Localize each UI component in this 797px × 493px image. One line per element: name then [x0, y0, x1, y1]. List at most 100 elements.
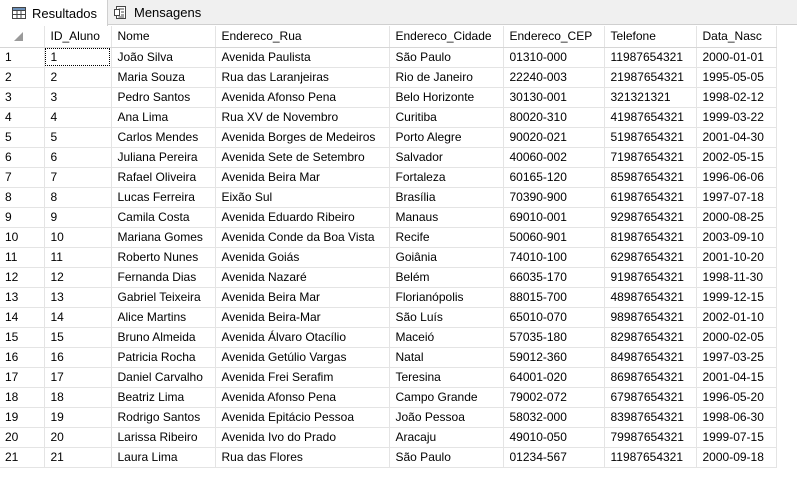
table-row[interactable]: 18 18 Beatriz Lima Avenida Afonso Pena Campo… — [0, 387, 777, 408]
cell-telefone[interactable]: 71987654321 — [604, 147, 697, 168]
cell-endereco-rua[interactable]: Avenida Beira-Mar — [215, 307, 390, 328]
cell-nome[interactable]: Juliana Pereira — [111, 147, 216, 168]
cell-telefone[interactable]: 11987654321 — [604, 447, 697, 468]
cell-endereco-cep[interactable]: 59012-360 — [503, 347, 605, 368]
cell-endereco-rua[interactable]: Avenida Sete de Setembro — [215, 147, 390, 168]
table-row[interactable]: 15 15 Bruno Almeida Avenida Álvaro Otacílio… — [0, 327, 777, 348]
cell-endereco-cep[interactable]: 49010-050 — [503, 427, 605, 448]
cell-telefone[interactable]: 41987654321 — [604, 107, 697, 128]
cell-id-aluno[interactable]: 13 — [44, 287, 112, 308]
row-header[interactable]: 8 — [0, 187, 45, 208]
cell-endereco-rua[interactable]: Avenida Ivo do Prado — [215, 427, 390, 448]
cell-endereco-cep[interactable]: 30130-001 — [503, 87, 605, 108]
column-header-telefone[interactable]: Telefone — [604, 26, 697, 48]
row-header[interactable]: 21 — [0, 447, 45, 468]
cell-endereco-cep[interactable]: 22240-003 — [503, 67, 605, 88]
cell-nome[interactable]: Carlos Mendes — [111, 127, 216, 148]
cell-endereco-cep[interactable]: 90020-021 — [503, 127, 605, 148]
cell-id-aluno[interactable]: 20 — [44, 427, 112, 448]
cell-nome[interactable]: Mariana Gomes — [111, 227, 216, 248]
table-row[interactable]: 10 10 Mariana Gomes Avenida Conde da Boa Vi… — [0, 227, 777, 248]
cell-endereco-cidade[interactable]: São Luís — [389, 307, 504, 328]
table-row[interactable]: 19 19 Rodrigo Santos Avenida Epitácio Pesso… — [0, 407, 777, 428]
cell-endereco-cidade[interactable]: Curitiba — [389, 107, 504, 128]
cell-endereco-cep[interactable]: 50060-901 — [503, 227, 605, 248]
cell-nome[interactable]: Maria Souza — [111, 67, 216, 88]
cell-endereco-cep[interactable]: 58032-000 — [503, 407, 605, 428]
cell-nome[interactable]: Laura Lima — [111, 447, 216, 468]
cell-telefone[interactable]: 85987654321 — [604, 167, 697, 188]
cell-data-nasc[interactable]: 1998-02-12 — [696, 87, 777, 108]
cell-data-nasc[interactable]: 2000-09-18 — [696, 447, 777, 468]
cell-endereco-cidade[interactable]: Rio de Janeiro — [389, 67, 504, 88]
cell-id-aluno[interactable]: 11 — [44, 247, 112, 268]
cell-data-nasc[interactable]: 2002-05-15 — [696, 147, 777, 168]
cell-data-nasc[interactable]: 1997-03-25 — [696, 347, 777, 368]
cell-endereco-cep[interactable]: 80020-310 — [503, 107, 605, 128]
cell-endereco-rua[interactable]: Avenida Beira Mar — [215, 287, 390, 308]
cell-data-nasc[interactable]: 2001-04-30 — [696, 127, 777, 148]
cell-telefone[interactable]: 81987654321 — [604, 227, 697, 248]
cell-endereco-rua[interactable]: Avenida Beira Mar — [215, 167, 390, 188]
cell-endereco-cep[interactable]: 79002-072 — [503, 387, 605, 408]
cell-endereco-cep[interactable]: 69010-001 — [503, 207, 605, 228]
cell-endereco-cep[interactable]: 01234-567 — [503, 447, 605, 468]
cell-endereco-rua[interactable]: Avenida Borges de Medeiros — [215, 127, 390, 148]
cell-telefone[interactable]: 67987654321 — [604, 387, 697, 408]
cell-endereco-cep[interactable]: 01310-000 — [503, 47, 605, 68]
cell-endereco-cep[interactable]: 65010-070 — [503, 307, 605, 328]
cell-endereco-cidade[interactable]: Manaus — [389, 207, 504, 228]
cell-id-aluno[interactable]: 12 — [44, 267, 112, 288]
cell-data-nasc[interactable]: 1996-05-20 — [696, 387, 777, 408]
cell-id-aluno[interactable]: 14 — [44, 307, 112, 328]
cell-endereco-cidade[interactable]: Belo Horizonte — [389, 87, 504, 108]
table-row[interactable]: 20 20 Larissa Ribeiro Avenida Ivo do Prado A… — [0, 427, 777, 448]
cell-endereco-rua[interactable]: Avenida Afonso Pena — [215, 387, 390, 408]
cell-data-nasc[interactable]: 2000-01-01 — [696, 47, 777, 68]
table-row[interactable]: 17 17 Daniel Carvalho Avenida Frei Serafim T… — [0, 367, 777, 388]
cell-endereco-rua[interactable]: Avenida Paulista — [215, 47, 390, 68]
cell-endereco-cidade[interactable]: Maceió — [389, 327, 504, 348]
cell-endereco-rua[interactable]: Avenida Goiás — [215, 247, 390, 268]
row-header[interactable]: 5 — [0, 127, 45, 148]
cell-endereco-rua[interactable]: Avenida Frei Serafim — [215, 367, 390, 388]
cell-telefone[interactable]: 79987654321 — [604, 427, 697, 448]
cell-telefone[interactable]: 82987654321 — [604, 327, 697, 348]
cell-endereco-cep[interactable]: 70390-900 — [503, 187, 605, 208]
cell-nome[interactable]: Beatriz Lima — [111, 387, 216, 408]
cell-nome[interactable]: Pedro Santos — [111, 87, 216, 108]
cell-data-nasc[interactable]: 1996-06-06 — [696, 167, 777, 188]
table-row[interactable]: 9 9 Camila Costa Avenida Eduardo Ribeiro Man… — [0, 207, 777, 228]
table-row[interactable]: 21 21 Laura Lima Rua das Flores São Paulo 012… — [0, 447, 777, 468]
cell-data-nasc[interactable]: 1997-07-18 — [696, 187, 777, 208]
cell-id-aluno[interactable]: 5 — [44, 127, 112, 148]
cell-telefone[interactable]: 11987654321 — [604, 47, 697, 68]
cell-endereco-cidade[interactable]: Teresina — [389, 367, 504, 388]
cell-telefone[interactable]: 321321321 — [604, 87, 697, 108]
cell-telefone[interactable]: 84987654321 — [604, 347, 697, 368]
cell-nome[interactable]: Gabriel Teixeira — [111, 287, 216, 308]
cell-telefone[interactable]: 92987654321 — [604, 207, 697, 228]
cell-endereco-rua[interactable]: Rua das Flores — [215, 447, 390, 468]
cell-data-nasc[interactable]: 1998-11-30 — [696, 267, 777, 288]
cell-endereco-rua[interactable]: Avenida Getúlio Vargas — [215, 347, 390, 368]
cell-endereco-cidade[interactable]: Aracaju — [389, 427, 504, 448]
cell-endereco-rua[interactable]: Avenida Eduardo Ribeiro — [215, 207, 390, 228]
table-row[interactable]: 14 14 Alice Martins Avenida Beira-Mar São Lu… — [0, 307, 777, 328]
cell-id-aluno[interactable]: 6 — [44, 147, 112, 168]
cell-id-aluno[interactable]: 3 — [44, 87, 112, 108]
row-header[interactable]: 19 — [0, 407, 45, 428]
row-header[interactable]: 14 — [0, 307, 45, 328]
row-header[interactable]: 2 — [0, 67, 45, 88]
table-row[interactable]: 8 8 Lucas Ferreira Eixão Sul Brasília 70390-9… — [0, 187, 777, 208]
cell-id-aluno[interactable]: 10 — [44, 227, 112, 248]
cell-id-aluno[interactable]: 15 — [44, 327, 112, 348]
column-header-endereco-rua[interactable]: Endereco_Rua — [215, 26, 390, 48]
cell-data-nasc[interactable]: 2001-04-15 — [696, 367, 777, 388]
cell-data-nasc[interactable]: 1998-06-30 — [696, 407, 777, 428]
row-header[interactable]: 9 — [0, 207, 45, 228]
cell-endereco-cep[interactable]: 88015-700 — [503, 287, 605, 308]
column-header-id-aluno[interactable]: ID_Aluno — [44, 26, 112, 48]
cell-telefone[interactable]: 61987654321 — [604, 187, 697, 208]
table-row[interactable]: 12 12 Fernanda Dias Avenida Nazaré Belém 6603… — [0, 267, 777, 288]
